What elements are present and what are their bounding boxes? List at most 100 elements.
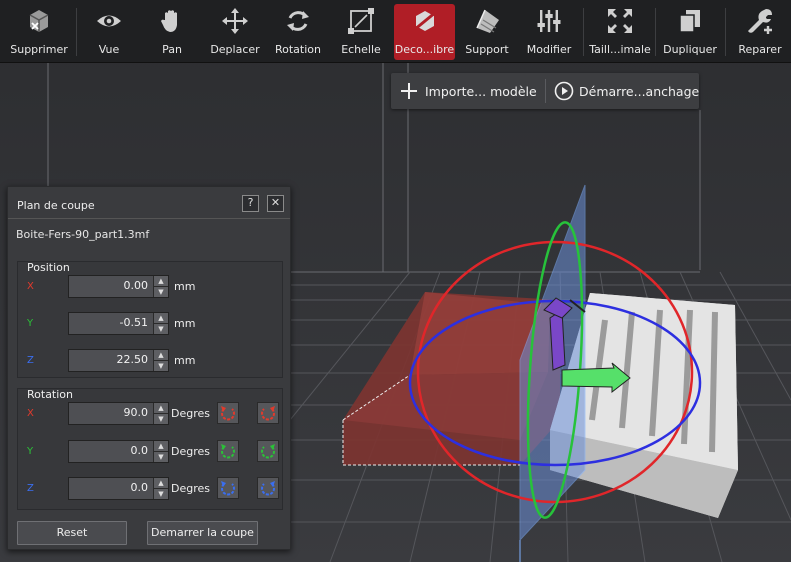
toolbar-repair-button[interactable]: Reparer [733, 4, 787, 60]
help-button[interactable]: ? [242, 195, 259, 212]
toolbar-label: Pan [162, 43, 182, 56]
spin-up-icon[interactable]: ▲ [153, 478, 168, 488]
toolbar-move-button[interactable]: Deplacer [207, 4, 263, 60]
start-slicing-button[interactable]: Démarre...anchage [554, 73, 699, 109]
position-x-label: X [27, 281, 34, 292]
plus-icon [401, 83, 417, 99]
rotate-ccw-icon [221, 444, 235, 459]
toolbar-label: Modifier [526, 43, 572, 56]
rotation-z-label: Z [27, 483, 34, 494]
toolbar-separator [725, 8, 726, 56]
toolbar-delete-button[interactable]: Supprimer [8, 4, 70, 60]
maximize-icon [608, 9, 632, 33]
move-arrows-icon [222, 8, 248, 34]
toolbar-pan-button[interactable]: Pan [146, 4, 198, 60]
toolbar-label: Supprimer [10, 43, 68, 56]
toolbar-label: Dupliquer [663, 43, 717, 56]
spin-down-icon[interactable]: ▼ [153, 488, 168, 499]
position-z-spinbox[interactable]: 22.50 ▲ ▼ [68, 349, 169, 372]
eye-icon [97, 15, 121, 27]
rotate-cw-icon [261, 481, 275, 496]
spin-up-icon[interactable]: ▲ [153, 350, 168, 360]
rotation-z-spinbox[interactable]: 0.0 ▲ ▼ [68, 477, 169, 500]
spin-down-icon[interactable]: ▼ [153, 286, 168, 297]
spin-up-icon[interactable]: ▲ [153, 403, 168, 413]
rotation-y-label: Y [27, 446, 34, 457]
toolbar-support-button[interactable]: Support [462, 4, 512, 60]
import-model-label: Importe... modèle [425, 83, 537, 99]
spin-down-icon[interactable]: ▼ [153, 451, 168, 462]
rotate-x-cw-button[interactable] [257, 402, 279, 424]
rotate-icon [287, 11, 309, 31]
rotate-y-cw-button[interactable] [257, 440, 279, 462]
top-actions-bar: Importe... modèle Démarre...anchage [391, 73, 699, 109]
position-x-value: 0.00 [123, 279, 149, 292]
rotate-x-ccw-button[interactable] [217, 402, 239, 424]
position-group-title: Position [27, 261, 70, 274]
rotate-y-ccw-button[interactable] [217, 440, 239, 462]
rotation-y-unit: Degres [171, 445, 210, 458]
cube-delete-icon [29, 10, 49, 32]
rotate-z-ccw-button[interactable] [217, 477, 239, 499]
import-model-button[interactable]: Importe... modèle [399, 73, 537, 109]
model-filename: Boite-Fers-90_part1.3mf [16, 228, 150, 241]
play-icon [554, 81, 574, 101]
rotate-ccw-icon [221, 406, 235, 421]
toolbar-scale-button[interactable]: Echelle [335, 4, 387, 60]
position-group: Position X 0.00 ▲ ▼ mm Y -0.51 ▲ ▼ mm Z … [17, 261, 283, 378]
rotation-z-unit: Degres [171, 482, 210, 495]
toolbar-label: Support [465, 43, 509, 56]
spin-up-icon[interactable]: ▲ [153, 441, 168, 451]
scale-icon [348, 8, 374, 34]
rotation-y-spinbox[interactable]: 0.0 ▲ ▼ [68, 440, 169, 463]
spin-down-icon[interactable]: ▼ [153, 360, 168, 371]
toolbar-separator [655, 8, 656, 56]
toolbar-label: Reparer [738, 43, 782, 56]
toolbar-label: Rotation [274, 43, 321, 56]
position-y-value: -0.51 [119, 316, 148, 329]
rotation-x-label: X [27, 408, 34, 419]
start-cut-button[interactable]: Demarrer la coupe [147, 521, 258, 545]
support-icon [476, 9, 499, 33]
toolbar-modify-button[interactable]: Modifier [524, 4, 574, 60]
spin-down-icon[interactable]: ▼ [153, 323, 168, 334]
position-z-value: 22.50 [116, 353, 149, 366]
toolbar-label: Deco...ibre [394, 43, 455, 56]
rotate-cw-icon [261, 444, 275, 459]
spin-down-icon[interactable]: ▼ [153, 413, 168, 424]
rotation-y-value: 0.0 [130, 444, 149, 457]
close-button[interactable]: ✕ [267, 195, 284, 212]
position-z-unit: mm [174, 354, 196, 367]
duplicate-icon [679, 10, 700, 33]
rotation-x-value: 90.0 [123, 406, 149, 419]
spin-up-icon[interactable]: ▲ [153, 276, 168, 286]
toolbar-duplicate-button[interactable]: Dupliquer [662, 4, 718, 60]
rotate-z-cw-button[interactable] [257, 477, 279, 499]
position-z-label: Z [27, 355, 34, 366]
rotation-group: Rotation X 90.0 ▲ ▼ Degres Y 0.0 ▲ ▼ Deg… [17, 388, 283, 510]
toolbar-view-button[interactable]: Vue [83, 4, 135, 60]
toolbar-separator [583, 8, 584, 56]
sliders-icon [537, 10, 561, 32]
toolbar-label: Echelle [341, 43, 381, 56]
toolbar-label: Taill...imale [589, 43, 651, 56]
rotate-cw-icon [261, 406, 275, 421]
rotation-group-title: Rotation [27, 388, 74, 401]
main-toolbar: Supprimer Vue Pan Deplacer Rotation Eche… [0, 0, 791, 63]
hand-icon [161, 10, 177, 32]
reset-button[interactable]: Reset [17, 521, 127, 545]
start-slicing-label: Démarre...anchage [579, 83, 700, 99]
wrench-icon [748, 9, 772, 34]
toolbar-max-size-button[interactable]: Taill...imale [589, 4, 651, 60]
rotation-z-value: 0.0 [130, 481, 149, 494]
spin-up-icon[interactable]: ▲ [153, 313, 168, 323]
position-y-spinbox[interactable]: -0.51 ▲ ▼ [68, 312, 169, 335]
rotate-ccw-icon [221, 481, 235, 496]
position-x-spinbox[interactable]: 0.00 ▲ ▼ [68, 275, 169, 298]
rotation-x-spinbox[interactable]: 90.0 ▲ ▼ [68, 402, 169, 425]
toolbar-rotate-button[interactable]: Rotation [270, 4, 326, 60]
toolbar-label: Deplacer [210, 43, 260, 56]
panel-title: Plan de coupe [17, 199, 95, 212]
rotation-x-unit: Degres [171, 407, 210, 420]
toolbar-cut-button[interactable]: Deco...ibre [394, 4, 455, 60]
